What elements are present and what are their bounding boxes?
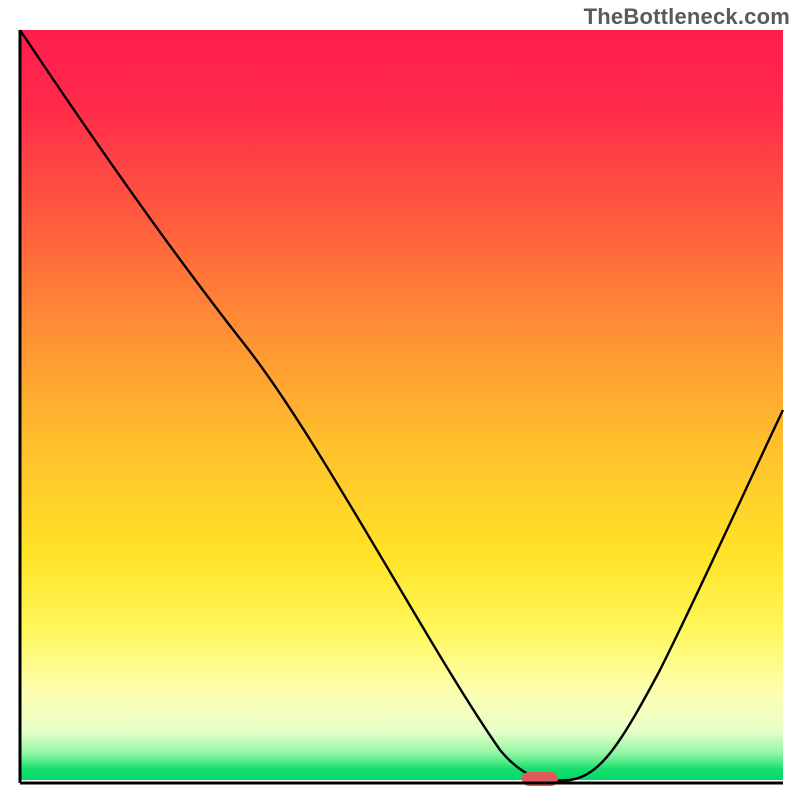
chart-container: TheBottleneck.com xyxy=(0,0,800,800)
gradient-background xyxy=(20,30,783,780)
plot-area xyxy=(20,30,783,786)
bottleneck-chart xyxy=(0,0,800,800)
